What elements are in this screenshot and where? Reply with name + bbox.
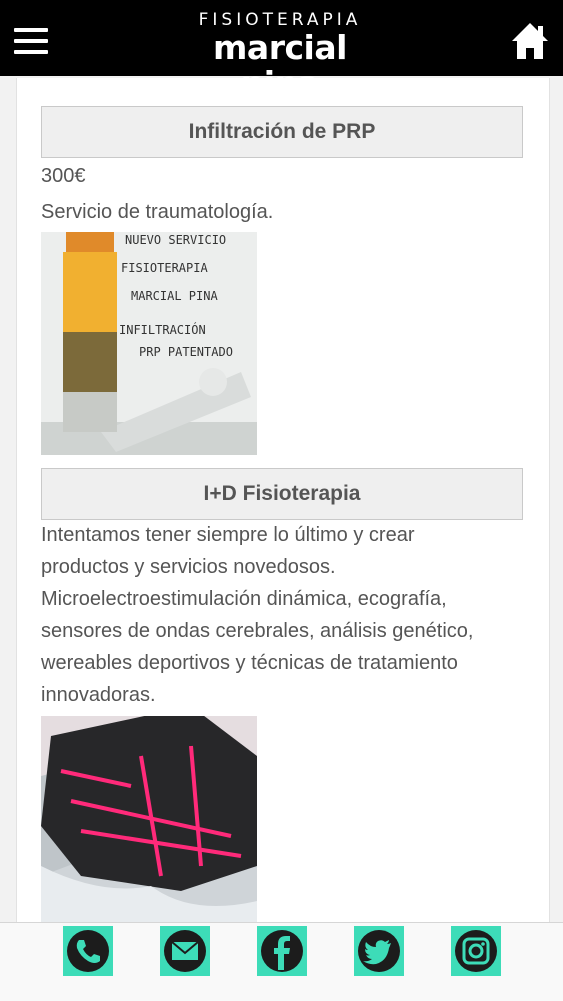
- phone-icon[interactable]: [63, 926, 113, 976]
- id-description-line-1: Intentamos tener siempre lo último y cre…: [41, 524, 415, 546]
- main-content: Infiltración de PRP 300€ Servicio de tra…: [16, 78, 550, 923]
- home-icon[interactable]: [511, 20, 549, 62]
- image-text-line-5: PRP PATENTADO: [139, 345, 233, 359]
- kinesio-tape-photo: [41, 716, 257, 923]
- image-text-line-2: FISIOTERAPIA: [121, 261, 208, 275]
- twitter-icon[interactable]: [354, 926, 404, 976]
- top-bar: FISIOTERAPIA marcial pina: [0, 0, 563, 102]
- id-description-line-2: productos y servicios novedosos.: [41, 556, 336, 578]
- image-text-line-1: NUEVO SERVICIO: [125, 233, 226, 247]
- id-description-line-3: Microelectroestimulación dinámica, ecogr…: [41, 588, 447, 610]
- footer-social-bar: [0, 922, 563, 1001]
- instagram-icon[interactable]: [451, 926, 501, 976]
- section-title-id-fisioterapia[interactable]: I+D Fisioterapia: [41, 468, 523, 520]
- id-description-line-4: sensores de ondas cerebrales, análisis g…: [41, 620, 474, 642]
- prp-syringe-photo: NUEVO SERVICIO FISIOTERAPIA MARCIAL PINA…: [41, 232, 257, 455]
- logo-small-text: FISIOTERAPIA: [198, 10, 362, 30]
- id-description-line-5: wereables deportivos y técnicas de trata…: [41, 652, 458, 674]
- price-text: 300€: [41, 165, 86, 187]
- id-description-line-6: innovadoras.: [41, 684, 156, 706]
- service-description: Servicio de traumatología.: [41, 201, 274, 223]
- image-text-line-3: MARCIAL PINA: [131, 289, 218, 303]
- mail-icon[interactable]: [160, 926, 210, 976]
- logo[interactable]: FISIOTERAPIA marcial pina: [180, 10, 380, 102]
- section-title-prp[interactable]: Infiltración de PRP: [41, 106, 523, 158]
- image-text-line-4: INFILTRACIÓN: [119, 322, 206, 337]
- hamburger-menu-icon[interactable]: [14, 28, 48, 54]
- facebook-icon[interactable]: [257, 926, 307, 976]
